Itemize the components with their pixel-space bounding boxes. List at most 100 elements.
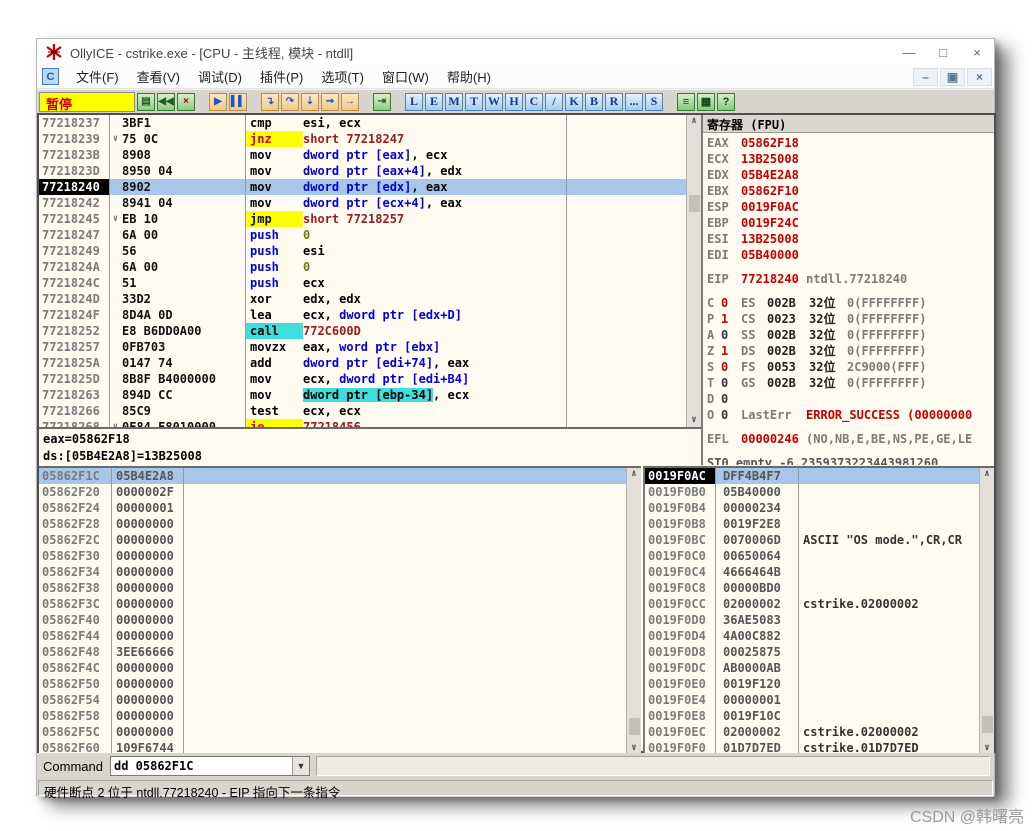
stack-row[interactable]: 0019F0E80019F10C	[645, 708, 994, 724]
dump-row[interactable]: 05862F5800000000	[39, 708, 641, 724]
disassembly-row[interactable]: 7721824C51pushecx	[39, 275, 701, 291]
eip-row[interactable]: EIP77218240 ntdll.77218240	[707, 271, 994, 287]
st0-row[interactable]: ST0 empty -6.2359373223443981260	[707, 455, 994, 465]
disassembly-row[interactable]: 772182373BF1cmpesi, ecx	[39, 115, 701, 131]
disassembly-row[interactable]: 772182428941 04movdword ptr [ecx+4], eax	[39, 195, 701, 211]
dump-row[interactable]: 05862F483EE66666	[39, 644, 641, 660]
registers-pane[interactable]: 寄存器 (FPU) EAX05862F18ECX13B25008EDX05B4E…	[701, 115, 994, 465]
stack-row[interactable]: 0019F0B400000234	[645, 500, 994, 516]
goto-button[interactable]: ⇥	[373, 93, 391, 111]
disassembly-row[interactable]: 77218239∨75 0Cjnzshort 77218247	[39, 131, 701, 147]
stack-row[interactable]: 0019F0CC02000002cstrike.02000002	[645, 596, 994, 612]
dump-scrollbar[interactable]: ∧ ∨	[626, 468, 641, 753]
mdi-restore-button[interactable]: ▣	[940, 68, 965, 86]
command-input[interactable]: dd 05862F1C	[111, 759, 292, 773]
menu-item[interactable]: 选项(T)	[312, 64, 373, 89]
windows-window-button[interactable]: W	[485, 93, 503, 111]
register-row[interactable]: EAX05862F18	[707, 135, 994, 151]
register-row[interactable]: EBX05862F10	[707, 183, 994, 199]
disassembly-row[interactable]: 77218268∨0F84 E8010000je77218456	[39, 419, 701, 427]
scroll-up-icon[interactable]: ∧	[687, 115, 701, 128]
run-trace-window-button[interactable]: ...	[625, 93, 643, 111]
stack-row[interactable]: 0019F0E00019F120	[645, 676, 994, 692]
stack-row[interactable]: 0019F0F001D7D7EDcstrike.01D7D7ED	[645, 740, 994, 753]
step-into-button[interactable]: ↴	[261, 93, 279, 111]
disassembly-row[interactable]: 77218252E8 B6DD0A00call772C600D	[39, 323, 701, 339]
dump-row[interactable]: 05862F3000000000	[39, 548, 641, 564]
mdi-minimize-button[interactable]: –	[913, 68, 938, 86]
menu-item[interactable]: 调试(D)	[189, 64, 251, 89]
disassembly-row[interactable]: 772182476A 00push0	[39, 227, 701, 243]
flag-row[interactable]: C0ES002B32位0(FFFFFFFF)	[707, 295, 994, 311]
restart-button[interactable]: ◀◀	[157, 93, 175, 111]
dump-row[interactable]: 05862F2800000000	[39, 516, 641, 532]
close-button[interactable]: ×	[960, 39, 994, 65]
memory-dump-pane[interactable]: 05862F1C05B4E2A805862F200000002F05862F24…	[39, 466, 641, 753]
disassembly-row[interactable]: 7721825D8B8F B4000000movecx, dword ptr […	[39, 371, 701, 387]
disassembly-row[interactable]: 7721823D8950 04movdword ptr [eax+4], edx	[39, 163, 701, 179]
run-button[interactable]: ▶	[209, 93, 227, 111]
disassembly-row[interactable]: 7721823B8908movdword ptr [eax], ecx	[39, 147, 701, 163]
run-to-return-button[interactable]: →	[341, 93, 359, 111]
open-file-button[interactable]: ▤	[137, 93, 155, 111]
references-window-button[interactable]: R	[605, 93, 623, 111]
efl-row[interactable]: EFL00000246 (NO,NB,E,BE,NS,PE,GE,LE	[707, 431, 994, 447]
disassembly-row[interactable]: 7721826685C9testecx, ecx	[39, 403, 701, 419]
dump-row[interactable]: 05862F4400000000	[39, 628, 641, 644]
stack-row[interactable]: 0019F0ACDFF4B4F7	[645, 468, 994, 484]
step-over-button[interactable]: ↷	[281, 93, 299, 111]
animate-over-button[interactable]: ⇝	[321, 93, 339, 111]
dump-row[interactable]: 05862F200000002F	[39, 484, 641, 500]
threads-window-button[interactable]: T	[465, 93, 483, 111]
menu-item[interactable]: 窗口(W)	[373, 64, 438, 89]
dump-row[interactable]: 05862F4000000000	[39, 612, 641, 628]
stack-row[interactable]: 0019F0C44666464B	[645, 564, 994, 580]
stack-row[interactable]: 0019F0D44A00C882	[645, 628, 994, 644]
register-row[interactable]: ESP0019F0AC	[707, 199, 994, 215]
disassembly-row[interactable]: 7721824A6A 00push0	[39, 259, 701, 275]
close-program-button[interactable]: ×	[177, 93, 195, 111]
scroll-down-icon[interactable]: ∨	[627, 742, 641, 753]
register-row[interactable]: EDI05B40000	[707, 247, 994, 263]
disassembly-row[interactable]: 7721824956pushesi	[39, 243, 701, 259]
disassembly-row[interactable]: 77218245∨EB 10jmpshort 77218257	[39, 211, 701, 227]
scroll-up-icon[interactable]: ∧	[627, 468, 641, 481]
scrollbar-thumb[interactable]	[982, 716, 993, 733]
flag-row[interactable]: O0LastErr ERROR_SUCCESS (00000000	[707, 407, 994, 423]
stack-row[interactable]: 0019F0B005B40000	[645, 484, 994, 500]
dump-row[interactable]: 05862F3C00000000	[39, 596, 641, 612]
executables-window-button[interactable]: E	[425, 93, 443, 111]
patches-window-button[interactable]: /	[545, 93, 563, 111]
disassembly-row[interactable]: 77218263894D CCmovdword ptr [ebp-34], ec…	[39, 387, 701, 403]
disassembly-row[interactable]: 7721824F8D4A 0Dleaecx, dword ptr [edx+D]	[39, 307, 701, 323]
dump-row[interactable]: 05862F2C00000000	[39, 532, 641, 548]
stack-row[interactable]: 0019F0C800000BD0	[645, 580, 994, 596]
disassembly-row[interactable]: 772182570FB703movzxeax, word ptr [ebx]	[39, 339, 701, 355]
dump-row[interactable]: 05862F2400000001	[39, 500, 641, 516]
command-combobox[interactable]: dd 05862F1C ▼	[110, 756, 310, 776]
flag-row[interactable]: A0SS002B32位0(FFFFFFFF)	[707, 327, 994, 343]
dump-row[interactable]: 05862F4C00000000	[39, 660, 641, 676]
call-stack-window-button[interactable]: K	[565, 93, 583, 111]
flag-row[interactable]: D0	[707, 391, 994, 407]
options-button[interactable]: ≡	[677, 93, 695, 111]
disassembly-row[interactable]: 7721824D33D2xoredx, edx	[39, 291, 701, 307]
cpu-window-icon[interactable]: C	[42, 68, 59, 85]
flag-row[interactable]: Z1DS002B32位0(FFFFFFFF)	[707, 343, 994, 359]
pause-button[interactable]: ▌▌	[229, 93, 247, 111]
flag-row[interactable]: P1CS002332位0(FFFFFFFF)	[707, 311, 994, 327]
scrollbar-thumb[interactable]	[629, 718, 640, 735]
memory-window-button[interactable]: M	[445, 93, 463, 111]
menu-item[interactable]: 文件(F)	[67, 64, 128, 89]
register-row[interactable]: ECX13B25008	[707, 151, 994, 167]
scroll-down-icon[interactable]: ∨	[687, 414, 701, 427]
register-row[interactable]: EBP0019F24C	[707, 215, 994, 231]
register-row[interactable]: EDX05B4E2A8	[707, 167, 994, 183]
title-bar[interactable]: OllyICE - cstrike.exe - [CPU - 主线程, 模块 -…	[37, 39, 994, 65]
disassembly-scrollbar[interactable]: ∧ ∨	[686, 115, 701, 427]
flag-row[interactable]: T0GS002B32位0(FFFFFFFF)	[707, 375, 994, 391]
stack-row[interactable]: 0019F0D036AE5083	[645, 612, 994, 628]
log-window-button[interactable]: L	[405, 93, 423, 111]
animate-into-button[interactable]: ⇣	[301, 93, 319, 111]
dump-row[interactable]: 05862F5000000000	[39, 676, 641, 692]
